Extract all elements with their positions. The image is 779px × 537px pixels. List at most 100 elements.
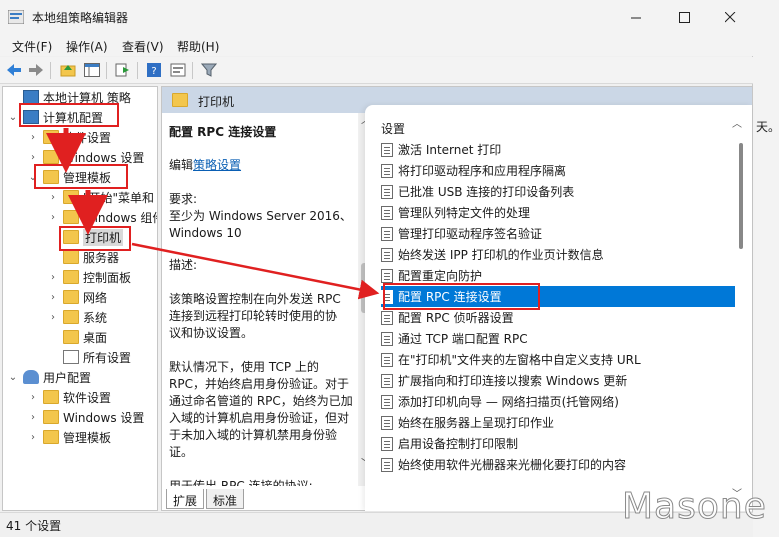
- expand-chevron-icon[interactable]: ›: [47, 192, 59, 203]
- tree-item[interactable]: › 软件设置: [27, 387, 111, 407]
- tab-standard[interactable]: 标准: [206, 489, 245, 509]
- tree-item[interactable]: › 管理模板: [27, 427, 111, 447]
- expand-chevron-icon[interactable]: ›: [27, 412, 39, 423]
- up-folder-button[interactable]: [58, 60, 78, 80]
- setting-row[interactable]: 管理队列特定文件的处理: [381, 202, 735, 223]
- edit-policy-line: 编辑策略设置: [169, 157, 241, 174]
- gpedit-window: 本地组策略编辑器 文件(F) 操作(A) 查看(V) 帮助(H) ? 本地计算机…: [0, 0, 753, 537]
- edit-policy-link[interactable]: 策略设置: [193, 158, 241, 172]
- policy-setting-icon: [381, 268, 393, 283]
- svg-text:?: ?: [151, 66, 156, 77]
- setting-row[interactable]: 扩展指向和打印连接以搜索 Windows 更新: [381, 370, 735, 391]
- setting-row[interactable]: 始终发送 IPP 打印机的作业页计数信息: [381, 244, 735, 265]
- setting-row[interactable]: 始终在服务器上呈现打印作业: [381, 412, 735, 433]
- help-icon: ?: [147, 63, 161, 77]
- minimize-button[interactable]: [613, 0, 659, 34]
- policy-setting-icon: [381, 331, 393, 346]
- tree-item-label: Windows 设置: [63, 150, 145, 165]
- settings-column-header[interactable]: 设置: [381, 120, 405, 137]
- expand-chevron-icon[interactable]: ›: [27, 132, 39, 143]
- gpedit-app-icon: [8, 10, 24, 24]
- menu-action[interactable]: 操作(A): [66, 38, 108, 55]
- setting-row-label: 配置重定向防护: [398, 269, 483, 283]
- setting-row-label: 管理队列特定文件的处理: [398, 206, 531, 220]
- setting-row[interactable]: 在"打印机"文件夹的左窗格中自定义支持 URL: [381, 349, 735, 370]
- tree-item[interactable]: › 系统: [47, 307, 107, 327]
- expand-chevron-icon[interactable]: ›: [27, 152, 39, 163]
- maximize-icon: [678, 11, 690, 23]
- tree-item[interactable]: › 网络: [47, 287, 107, 307]
- close-button[interactable]: [707, 0, 753, 34]
- setting-row[interactable]: 管理打印驱动程序签名验证: [381, 223, 735, 244]
- setting-row[interactable]: 将打印驱动程序和应用程序隔离: [381, 160, 735, 181]
- export-icon: [115, 63, 129, 77]
- requirements-line1: 至少为 Windows Server 2016、: [169, 209, 352, 223]
- tree-item-label: 服务器: [83, 250, 120, 265]
- tree-item-label: 所有设置: [83, 350, 132, 365]
- setting-row[interactable]: 激活 Internet 打印: [381, 139, 735, 160]
- setting-row[interactable]: 配置 RPC 侦听器设置: [381, 307, 735, 328]
- tab-extended[interactable]: 扩展: [166, 489, 205, 509]
- folder-icon: [43, 150, 59, 164]
- up-folder-icon: [60, 65, 76, 77]
- window-title: 本地组策略编辑器: [32, 11, 129, 25]
- policy-setting-icon: [381, 457, 393, 472]
- list-scroll-up-arrow[interactable]: ︿: [732, 115, 742, 130]
- toolbar-separator: [50, 62, 51, 79]
- policy-setting-icon: [381, 184, 393, 199]
- export-list-button[interactable]: [113, 60, 133, 80]
- annotation-box-computer-config: [19, 103, 119, 127]
- forward-button[interactable]: [26, 60, 46, 80]
- tree-item[interactable]: 桌面: [47, 327, 107, 347]
- maximize-button[interactable]: [661, 0, 707, 34]
- description-text-line: 证。: [169, 445, 194, 459]
- collapse-chevron-icon[interactable]: ⌄: [7, 112, 19, 123]
- tree-item-label: Windows 组件: [83, 210, 158, 225]
- tree-item-label: 桌面: [83, 330, 108, 345]
- folder-icon: [43, 390, 59, 404]
- policy-setting-icon: [381, 163, 393, 178]
- all-settings-icon: [63, 350, 79, 364]
- tree-item[interactable]: ⌄ 用户配置: [7, 367, 91, 387]
- tree-item[interactable]: › 软件设置: [27, 127, 111, 147]
- annotation-box-admin-templates: [34, 164, 128, 189]
- properties-icon: [170, 63, 186, 77]
- expand-chevron-icon[interactable]: ›: [27, 432, 39, 443]
- menu-help[interactable]: 帮助(H): [177, 38, 219, 55]
- collapse-chevron-icon[interactable]: ⌄: [7, 372, 19, 383]
- tree-item[interactable]: 所有设置: [47, 347, 131, 367]
- status-text: 41 个设置: [6, 519, 62, 533]
- expand-chevron-icon[interactable]: ›: [27, 392, 39, 403]
- policy-computer-icon: [23, 90, 39, 104]
- policy-setting-icon: [381, 373, 393, 388]
- expand-chevron-icon[interactable]: ›: [47, 272, 59, 283]
- expand-chevron-icon[interactable]: ›: [47, 212, 59, 223]
- view-tabs: 扩展 标准: [162, 489, 358, 511]
- menu-view[interactable]: 查看(V): [122, 38, 164, 55]
- requirements-label: 要求:: [169, 192, 198, 206]
- help-button[interactable]: ?: [144, 60, 164, 80]
- tree-item[interactable]: › Windows 设置: [27, 407, 144, 427]
- close-icon: [724, 11, 735, 22]
- expand-chevron-icon[interactable]: ›: [47, 292, 59, 303]
- tree-item[interactable]: › 控制面板: [47, 267, 131, 287]
- properties-button[interactable]: [168, 60, 188, 80]
- folder-icon: [63, 290, 79, 304]
- setting-row[interactable]: 已批准 USB 连接的打印设备列表: [381, 181, 735, 202]
- show-hide-tree-button[interactable]: [82, 60, 102, 80]
- expand-chevron-icon[interactable]: ›: [47, 312, 59, 323]
- policy-setting-icon: [381, 226, 393, 241]
- setting-row[interactable]: 启用设备控制打印限制: [381, 433, 735, 454]
- setting-row[interactable]: 通过 TCP 端口配置 RPC: [381, 328, 735, 349]
- back-button[interactable]: [4, 60, 24, 80]
- setting-row[interactable]: 始终使用软件光栅器来光栅化要打印的内容: [381, 454, 735, 475]
- tree-item[interactable]: › Windows 组件: [47, 207, 158, 227]
- tree-item[interactable]: › "开始"菜单和: [47, 187, 154, 207]
- setting-row[interactable]: 添加打印机向导 — 网络扫描页(托管网络): [381, 391, 735, 412]
- console-tree-icon: [84, 63, 100, 77]
- filter-button[interactable]: [199, 60, 219, 80]
- list-scroll-thumb[interactable]: [739, 143, 743, 249]
- description-text-line: 默认情况下，使用 TCP 上的: [169, 360, 319, 374]
- console-tree[interactable]: 本地计算机 策略 ⌄ 计算机配置 › 软件设置 › Windows 设置 ⌄ 管理模板 › "开始"…: [2, 86, 158, 511]
- menu-file[interactable]: 文件(F): [12, 38, 52, 55]
